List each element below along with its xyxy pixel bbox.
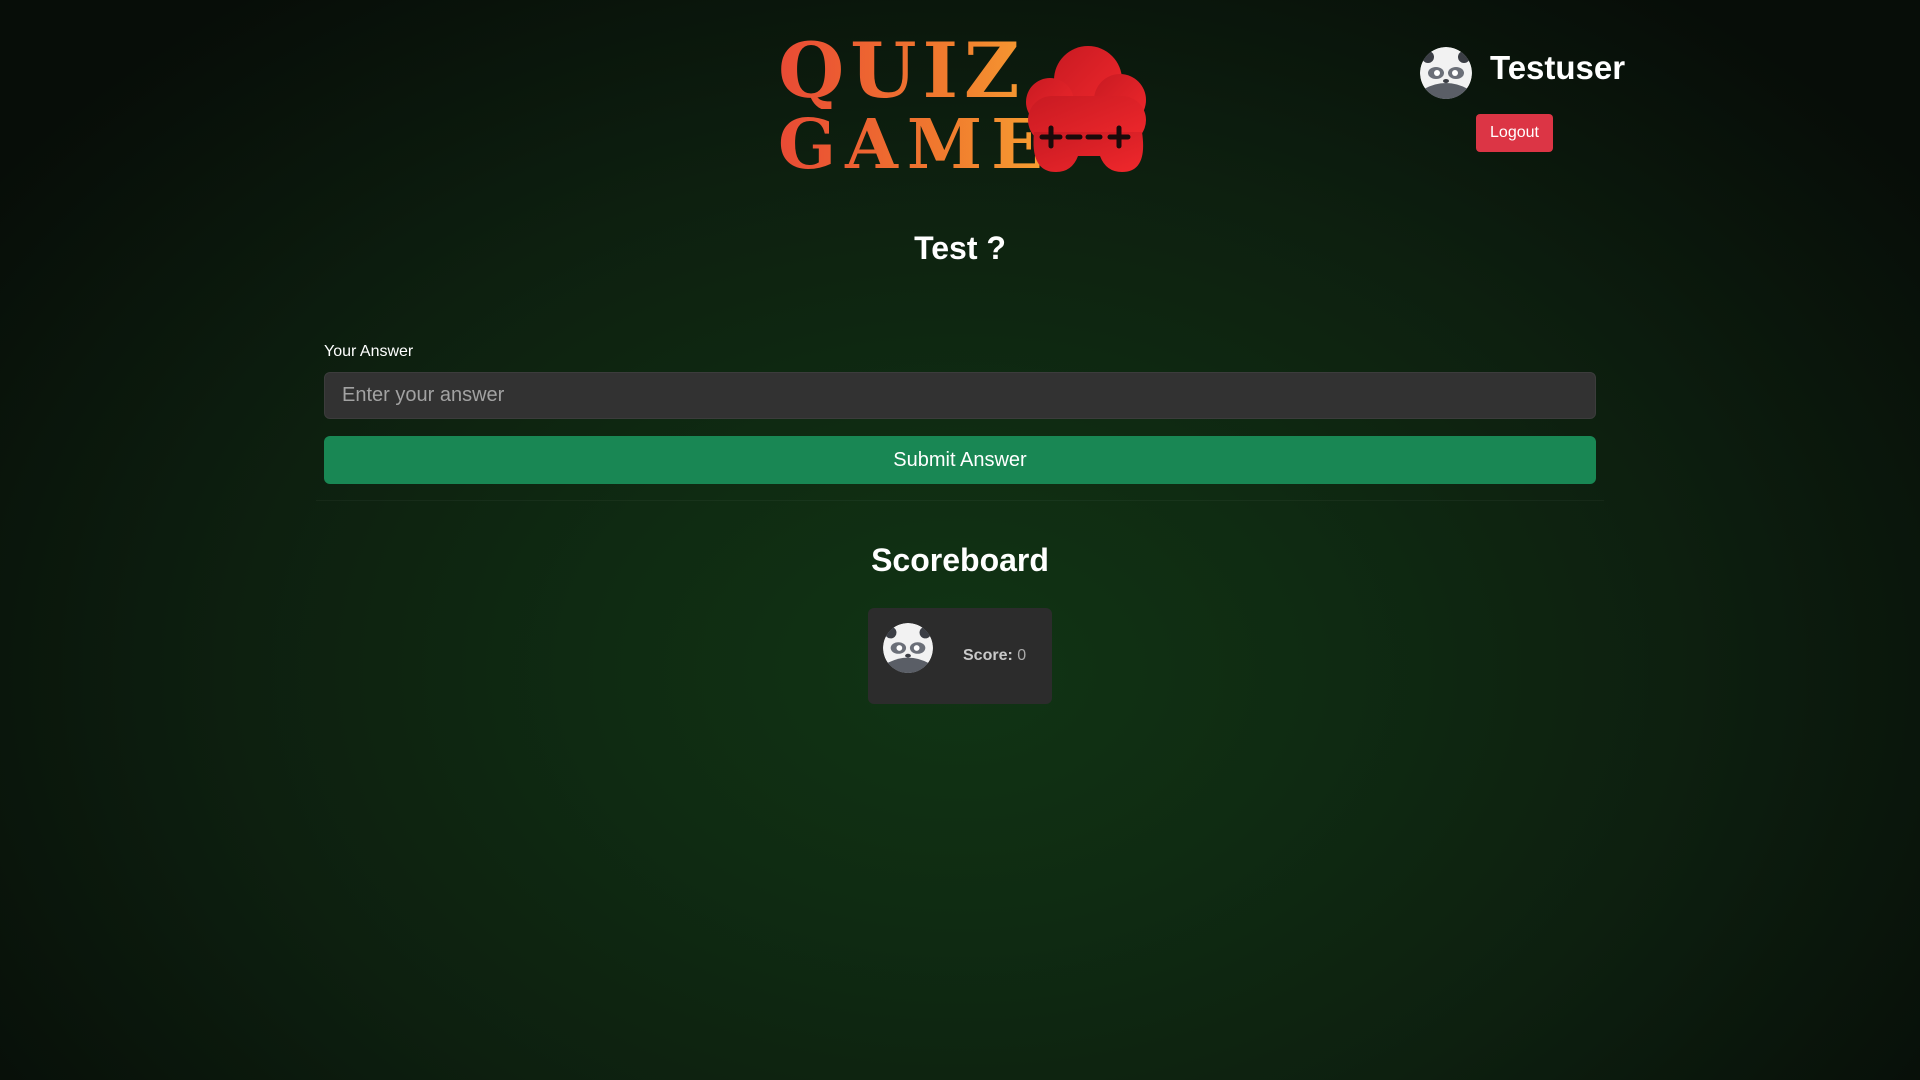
logo-line-game: GAME — [778, 105, 1052, 185]
gamepad-cloud-icon — [1026, 46, 1146, 172]
answer-input[interactable] — [324, 372, 1596, 419]
score-label: Score: — [963, 647, 1013, 664]
logo-line-quiz: QUIZ — [778, 33, 1052, 109]
logo-text: QUIZ GAME — [778, 33, 1052, 185]
panda-avatar-icon — [1420, 47, 1472, 99]
submit-answer-button[interactable]: Submit Answer — [324, 436, 1596, 484]
question-text: Test ? — [914, 230, 1006, 266]
scoreboard-title: Scoreboard — [871, 542, 1049, 578]
answer-label: Your Answer — [324, 343, 414, 360]
score-card: Score: 0 — [868, 608, 1052, 704]
user-info: Testuser — [1420, 47, 1625, 107]
panda-avatar-icon — [883, 623, 933, 673]
logout-button[interactable]: Logout — [1476, 114, 1553, 152]
score-text: Score: 0 — [963, 647, 1026, 665]
score-value: 0 — [1017, 647, 1027, 664]
quiz-game-logo: QUIZ GAME — [775, 30, 1155, 180]
divider — [316, 500, 1604, 501]
username: Testuser — [1490, 49, 1626, 86]
